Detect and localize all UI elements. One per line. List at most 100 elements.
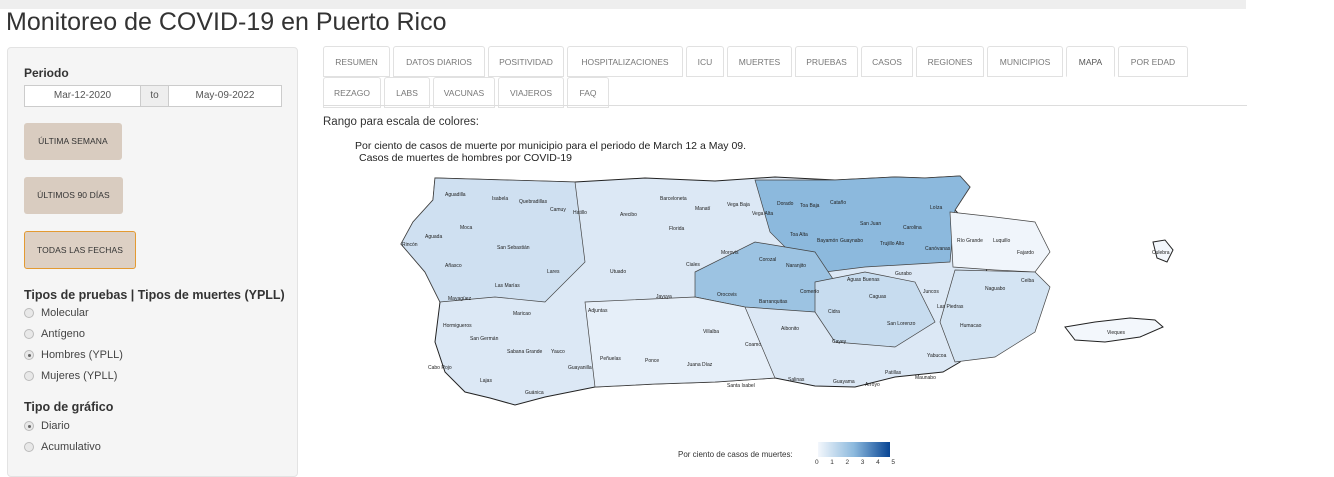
municipio-label-ponce: Ponce <box>645 358 659 364</box>
municipio-label-humacao: Humacao <box>960 323 982 329</box>
all-dates-button[interactable]: TODAS LAS FECHAS <box>24 231 136 269</box>
municipio-label-patillas: Patillas <box>885 370 902 376</box>
legend-tick: 4 <box>876 459 880 466</box>
map-subtitle: Casos de muertes de hombres por COVID-19 <box>359 152 573 164</box>
municipio-label-naguabo: Naguabo <box>985 286 1006 292</box>
municipio-label-guaynabo: Guaynabo <box>840 238 863 244</box>
municipio-label-villalba: Villalba <box>703 329 719 335</box>
radio-icon <box>24 371 34 381</box>
municipio-label-guayanilla: Guayanilla <box>568 365 592 371</box>
municipio-label-arroyo: Arroyo <box>865 382 880 388</box>
municipio-label-san-juan: San Juan <box>860 221 881 227</box>
radio-diario[interactable]: Diario <box>24 420 70 432</box>
municipio-label-gurabo: Gurabo <box>895 271 912 277</box>
tab-datos-diarios[interactable]: DATOS DIARIOS <box>393 46 485 77</box>
tab-muertes[interactable]: MUERTES <box>727 46 792 77</box>
radio-acumulativo[interactable]: Acumulativo <box>24 441 101 453</box>
tab-labs[interactable]: LABS <box>384 77 430 108</box>
last-week-button[interactable]: ÚLTIMA SEMANA <box>24 123 122 160</box>
municipio-label-san-sebastian: San Sebastián <box>497 245 530 251</box>
legend-tick: 2 <box>845 459 850 466</box>
radio-selected-icon <box>24 350 34 360</box>
chart-type-heading: Tipo de gráfico <box>24 400 114 414</box>
date-start-input[interactable]: Mar-12-2020 <box>24 85 141 107</box>
municipio-label-san-lorenzo: San Lorenzo <box>887 321 916 327</box>
radio-selected-icon <box>24 421 34 431</box>
color-scale-label: Rango para escala de colores: <box>323 116 479 128</box>
legend-color-bar <box>818 442 890 457</box>
municipio-label-vieques: Vieques <box>1107 330 1125 336</box>
municipio-label-vega-baja: Vega Baja <box>727 202 750 208</box>
municipio-label-fajardo: Fajardo <box>1017 250 1034 256</box>
tab-por-edad[interactable]: POR EDAD <box>1118 46 1188 77</box>
municipio-label-toa-alta: Toa Alta <box>790 232 808 238</box>
legend-ticks: 0 1 2 3 4 5 <box>815 459 895 466</box>
municipio-label-rio-grande: Río Grande <box>957 238 983 244</box>
radio-antigeno[interactable]: Antígeno <box>24 328 85 340</box>
municipio-label-lajas: Lajas <box>480 378 492 384</box>
municipio-label-toa-baja: Toa Baja <box>800 203 820 209</box>
radio-label: Acumulativo <box>41 441 101 453</box>
legend-tick: 5 <box>891 459 895 466</box>
tab-hospitalizaciones[interactable]: HOSPITALIZACIONES <box>567 46 683 77</box>
municipio-label-barceloneta: Barceloneta <box>660 196 687 202</box>
municipio-label-vega-alta: Vega Alta <box>752 211 773 217</box>
tests-heading: Tipos de pruebas | Tipos de muertes (YPL… <box>24 288 285 302</box>
municipio-label-utuado: Utuado <box>610 269 626 275</box>
municipio-label-ceiba: Ceiba <box>1021 278 1034 284</box>
municipio-label-dorado: Dorado <box>777 201 794 207</box>
municipio-label-luquillo: Luquillo <box>993 238 1010 244</box>
tab-viajeros[interactable]: VIAJEROS <box>498 77 564 108</box>
municipio-label-moca: Moca <box>460 225 472 231</box>
municipio-label-penuelas: Peñuelas <box>600 356 621 362</box>
municipio-label-naranjito: Naranjito <box>786 263 806 269</box>
tab-vacunas[interactable]: VACUNAS <box>433 77 495 108</box>
municipio-label-san-german: San Germán <box>470 336 499 342</box>
municipio-label-cidra: Cidra <box>828 309 840 315</box>
municipio-label-las-marias: Las Marías <box>495 283 520 289</box>
tab-row-1: RESUMEN DATOS DIARIOS POSITIVIDAD HOSPIT… <box>323 46 1191 77</box>
municipio-label-maricao: Maricao <box>513 311 531 317</box>
municipio-label-aguas-buenas: Aguas Buenas <box>847 277 880 283</box>
radio-label: Molecular <box>41 307 89 319</box>
tab-positividad[interactable]: POSITIVIDAD <box>488 46 564 77</box>
date-end-input[interactable]: May-09-2022 <box>168 85 282 107</box>
tab-casos[interactable]: CASOS <box>861 46 913 77</box>
legend-tick: 3 <box>860 459 865 466</box>
radio-icon <box>24 329 34 339</box>
municipio-label-rincon: Rincón <box>402 242 418 248</box>
tab-pruebas[interactable]: PRUEBAS <box>795 46 858 77</box>
radio-mujeres-ypll[interactable]: Mujeres (YPLL) <box>24 370 117 382</box>
municipio-label-mayaguez: Mayagüez <box>448 296 472 302</box>
municipio-label-carolina: Carolina <box>903 225 922 231</box>
municipio-label-ciales: Ciales <box>686 262 700 268</box>
municipio-label-cayey: Cayey <box>832 339 847 345</box>
municipio-label-adjuntas: Adjuntas <box>588 308 608 314</box>
municipio-label-jayuya: Jayuya <box>656 294 672 300</box>
municipio-label-maunabo: Maunabo <box>915 375 936 381</box>
map-title: Por ciento de casos de muerte por munici… <box>355 140 747 152</box>
radio-label: Hombres (YPLL) <box>41 349 123 361</box>
tab-resumen[interactable]: RESUMEN <box>323 46 390 77</box>
municipio-label-yabucoa: Yabucoa <box>927 353 947 359</box>
tab-faq[interactable]: FAQ <box>567 77 609 108</box>
municipio-label-camuy: Camuy <box>550 207 566 213</box>
date-range: Mar-12-2020 to May-09-2022 <box>24 85 282 107</box>
radio-hombres-ypll[interactable]: Hombres (YPLL) <box>24 349 123 361</box>
page-title: Monitoreo de COVID-19 en Puerto Rico <box>6 8 447 36</box>
municipio-label-corozal: Corozal <box>759 257 776 263</box>
municipio-label-hormigueros: Hormigueros <box>443 323 472 329</box>
last-90-days-button[interactable]: ÚLTIMOS 90 DÍAS <box>24 177 123 214</box>
municipio-label-florida: Florida <box>669 226 685 232</box>
tab-mapa[interactable]: MAPA <box>1066 46 1115 77</box>
radio-icon <box>24 308 34 318</box>
municipio-label-guayama: Guayama <box>833 379 855 385</box>
tab-municipios[interactable]: MUNICIPIOS <box>987 46 1063 77</box>
municipio-label-quebradillas: Quebradillas <box>519 199 548 205</box>
municipio-label-sabana-grande: Sabana Grande <box>507 349 543 355</box>
tab-icu[interactable]: ICU <box>686 46 724 77</box>
municipio-label-culebra: Culebra <box>1152 250 1170 256</box>
radio-molecular[interactable]: Molecular <box>24 307 89 319</box>
tab-rezago[interactable]: REZAGO <box>323 77 381 108</box>
tab-regiones[interactable]: REGIONES <box>916 46 984 77</box>
